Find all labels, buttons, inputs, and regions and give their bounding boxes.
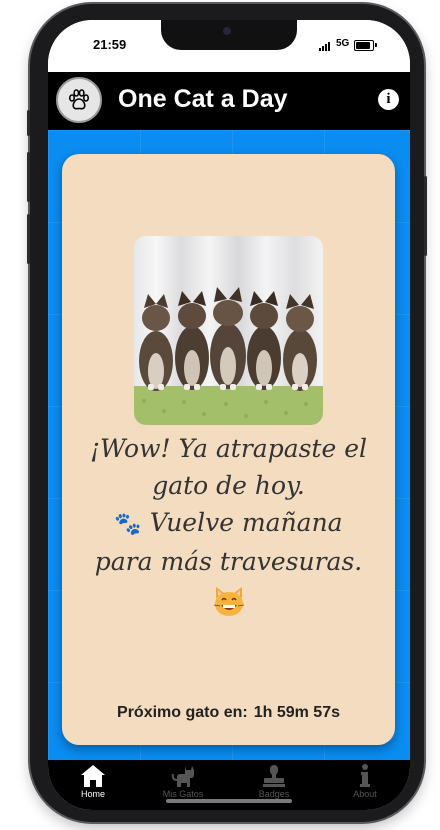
home-indicator	[166, 799, 292, 803]
phone-screen: 21:59 5G One Cat a Day i ¡Wow! Ya atrapa…	[48, 20, 410, 810]
info-icon[interactable]: i	[378, 89, 399, 110]
next-cat-timer: Próximo gato en: 1h 59m 57s	[62, 704, 395, 722]
daily-cat-card: ¡Wow! Ya atrapaste el gato de hoy. 🐾 Vue…	[62, 154, 395, 745]
paw-icon[interactable]	[56, 77, 102, 123]
battery-icon	[354, 40, 374, 51]
home-icon	[81, 765, 105, 787]
notch	[161, 20, 297, 50]
grinning-cat-icon	[213, 587, 244, 616]
battery-tip	[375, 43, 377, 47]
nav-item-home[interactable]: Home	[48, 760, 138, 810]
camera-icon	[223, 27, 231, 35]
cat-icon	[171, 766, 194, 787]
app-title: One Cat a Day	[118, 85, 288, 113]
message-line: gato de hoy.	[152, 471, 305, 500]
timer-value: 1h 59m 57s	[253, 704, 340, 721]
cat-photo	[134, 236, 323, 425]
main-content: ¡Wow! Ya atrapaste el gato de hoy. 🐾 Vue…	[48, 130, 410, 760]
paw-prints-icon: 🐾	[114, 512, 142, 537]
message-text: Vuelve mañana	[149, 508, 343, 537]
volume-down-button	[27, 214, 30, 264]
mute-switch	[27, 110, 30, 136]
message-line: 🐾 Vuelve mañana	[62, 504, 395, 543]
timer-label: Próximo gato en:	[117, 704, 248, 721]
nav-label: Home	[80, 789, 105, 799]
volume-up-button	[27, 152, 30, 202]
app-header: One Cat a Day i	[48, 72, 410, 130]
status-bar: 21:59 5G	[48, 20, 410, 72]
network-type: 5G	[336, 38, 350, 49]
message-line: para más travesuras.	[94, 547, 363, 576]
nav-item-about[interactable]: About	[320, 760, 410, 810]
message-line: ¡Wow! Ya atrapaste el	[89, 434, 368, 463]
nav-label: About	[353, 789, 377, 799]
power-button	[424, 176, 427, 256]
catch-message: ¡Wow! Ya atrapaste el gato de hoy. 🐾 Vue…	[62, 430, 395, 620]
status-time: 21:59	[93, 37, 127, 52]
stamp-icon	[263, 765, 285, 787]
signal-icon	[319, 41, 333, 51]
nav-label: Badges	[258, 789, 290, 799]
info-icon	[360, 764, 370, 787]
nav-label: Mis Gatos	[162, 789, 204, 799]
